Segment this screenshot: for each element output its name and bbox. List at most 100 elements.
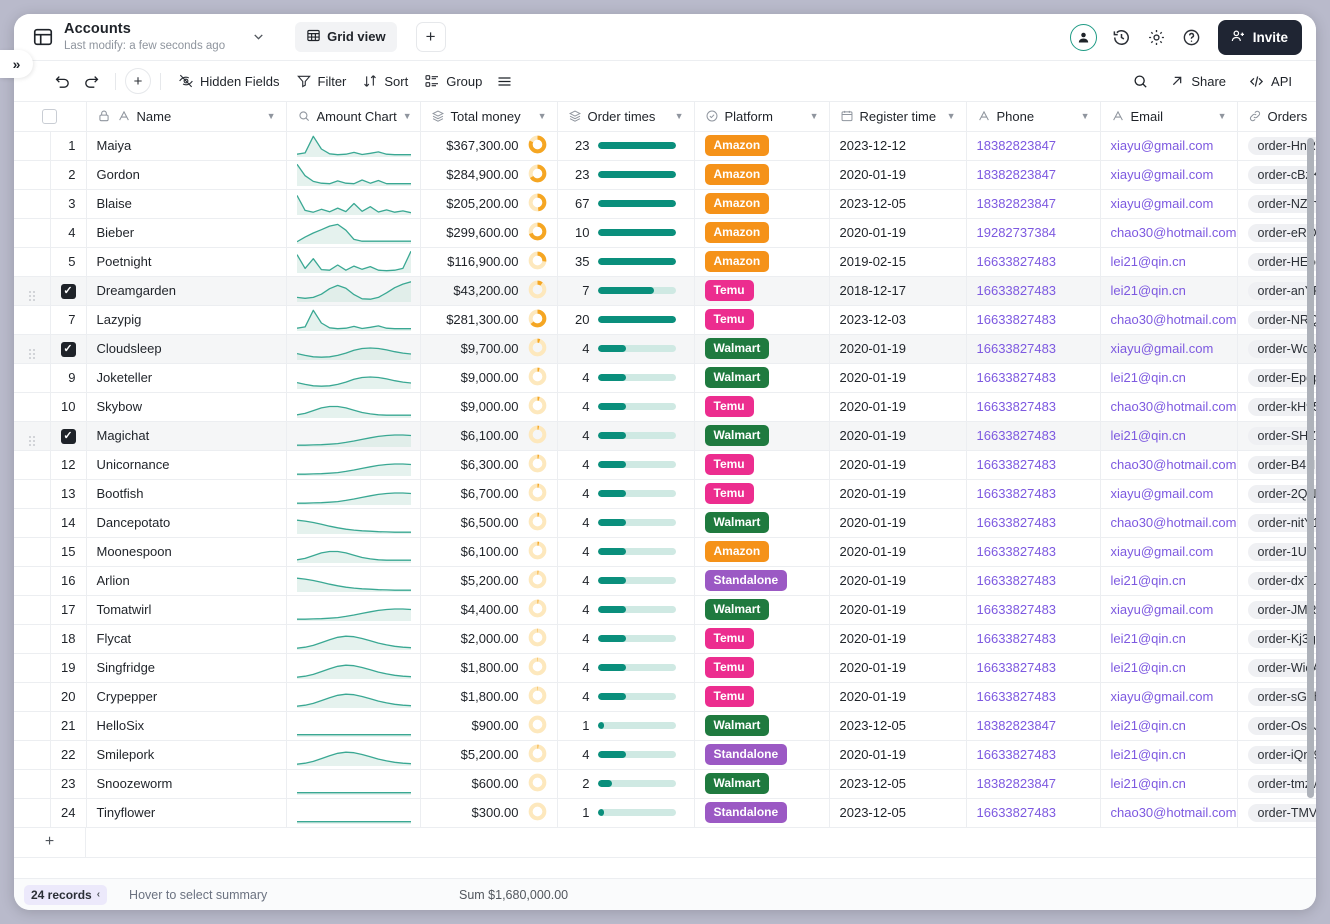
cell-order-times[interactable]: 23	[557, 160, 694, 189]
cell-phone[interactable]: 16633827483	[966, 595, 1100, 624]
phone-link[interactable]: 18382823847	[977, 776, 1057, 791]
cell-order-times[interactable]: 4	[557, 363, 694, 392]
cell-register-time[interactable]: 2020-01-19	[829, 392, 966, 421]
email-link[interactable]: chao30@hotmail.com	[1111, 312, 1237, 327]
cell-amount-chart[interactable]	[286, 508, 420, 537]
cell-order-times[interactable]: 7	[557, 276, 694, 305]
cell-email[interactable]: chao30@hotmail.com	[1100, 798, 1237, 827]
cell-order-times[interactable]: 4	[557, 508, 694, 537]
email-link[interactable]: chao30@hotmail.com	[1111, 399, 1237, 414]
email-link[interactable]: lei21@qin.cn	[1111, 254, 1186, 269]
chevron-down-icon[interactable]: ▼	[1218, 111, 1227, 121]
cell-platform[interactable]: Standalone	[694, 740, 829, 769]
share-button[interactable]: Share	[1161, 68, 1234, 94]
cell-orders[interactable]: order-B4NE	[1237, 450, 1316, 479]
cell-amount-chart[interactable]	[286, 305, 420, 334]
cell-platform[interactable]: Walmart	[694, 421, 829, 450]
chevron-down-icon[interactable]: ▼	[403, 111, 412, 121]
vertical-scrollbar[interactable]	[1307, 138, 1314, 798]
cell-order-times[interactable]: 4	[557, 595, 694, 624]
cell-email[interactable]: xiayu@gmail.com	[1100, 334, 1237, 363]
cell-phone[interactable]: 16633827483	[966, 305, 1100, 334]
cell-phone[interactable]: 16633827483	[966, 247, 1100, 276]
table-row[interactable]: 23Snoozeworm$600.002Walmart2023-12-05183…	[14, 769, 1316, 798]
cell-orders[interactable]: order-JMRN	[1237, 595, 1316, 624]
gear-icon[interactable]	[1146, 27, 1167, 48]
order-chip[interactable]: order-dxTu4	[1248, 572, 1317, 590]
cell-total-money[interactable]: $281,300.00	[420, 305, 557, 334]
cell-phone[interactable]: 16633827483	[966, 537, 1100, 566]
cell-total-money[interactable]: $9,700.00	[420, 334, 557, 363]
email-link[interactable]: xiayu@gmail.com	[1111, 196, 1214, 211]
cell-register-time[interactable]: 2020-01-19	[829, 537, 966, 566]
cell-name[interactable]: Moonespoon	[86, 537, 286, 566]
row-drag-handle[interactable]	[14, 421, 50, 450]
cell-email[interactable]: xiayu@gmail.com	[1100, 479, 1237, 508]
email-link[interactable]: lei21@qin.cn	[1111, 718, 1186, 733]
email-link[interactable]: xiayu@gmail.com	[1111, 544, 1214, 559]
cell-phone[interactable]: 16633827483	[966, 508, 1100, 537]
row-checkbox[interactable]	[61, 342, 76, 357]
cell-phone[interactable]: 16633827483	[966, 392, 1100, 421]
row-number-cell[interactable]: 5	[50, 247, 86, 276]
cell-orders[interactable]: order-SHZRt	[1237, 421, 1316, 450]
cell-name[interactable]: Magichat	[86, 421, 286, 450]
question-icon[interactable]	[1181, 27, 1202, 48]
cell-email[interactable]: lei21@qin.cn	[1100, 624, 1237, 653]
email-link[interactable]: lei21@qin.cn	[1111, 660, 1186, 675]
cell-register-time[interactable]: 2020-01-19	[829, 450, 966, 479]
phone-link[interactable]: 16633827483	[977, 689, 1057, 704]
cell-platform[interactable]: Amazon	[694, 247, 829, 276]
cell-order-times[interactable]: 4	[557, 682, 694, 711]
table-row[interactable]: 14Dancepotato$6,500.004Walmart2020-01-19…	[14, 508, 1316, 537]
cell-amount-chart[interactable]	[286, 450, 420, 479]
row-number-cell[interactable]: 20	[50, 682, 86, 711]
table-row[interactable]: 12Unicornance$6,300.004Temu2020-01-19166…	[14, 450, 1316, 479]
table-dropdown-button[interactable]	[247, 26, 269, 48]
table-row[interactable]: 4Bieber$299,600.0010Amazon2020-01-191928…	[14, 218, 1316, 247]
cell-name[interactable]: Gordon	[86, 160, 286, 189]
order-chip[interactable]: order-cBzKz	[1248, 166, 1317, 184]
cell-orders[interactable]: order-NRQ6	[1237, 305, 1316, 334]
record-count-badge[interactable]: 24 records ‹	[24, 885, 107, 905]
cell-orders[interactable]: order-NZmW	[1237, 189, 1316, 218]
cell-orders[interactable]: order-1U4YV	[1237, 537, 1316, 566]
cell-platform[interactable]: Temu	[694, 479, 829, 508]
order-chip[interactable]: order-B4NE	[1248, 456, 1317, 474]
cell-phone[interactable]: 16633827483	[966, 276, 1100, 305]
cell-total-money[interactable]: $5,200.00	[420, 740, 557, 769]
column-header-register-time[interactable]: Register time ▼	[829, 102, 966, 131]
phone-link[interactable]: 16633827483	[977, 399, 1057, 414]
cell-orders[interactable]: order-kH959	[1237, 392, 1316, 421]
cell-phone[interactable]: 16633827483	[966, 624, 1100, 653]
cell-total-money[interactable]: $600.00	[420, 769, 557, 798]
chevron-down-icon[interactable]: ▼	[1081, 111, 1090, 121]
api-button[interactable]: API	[1240, 68, 1300, 95]
email-link[interactable]: xiayu@gmail.com	[1111, 167, 1214, 182]
cell-amount-chart[interactable]	[286, 798, 420, 827]
order-chip[interactable]: order-WieAj2	[1248, 659, 1317, 677]
cell-register-time[interactable]: 2020-01-19	[829, 218, 966, 247]
email-link[interactable]: xiayu@gmail.com	[1111, 602, 1214, 617]
order-chip[interactable]: order-sG4h9	[1248, 688, 1317, 706]
cell-name[interactable]: Cloudsleep	[86, 334, 286, 363]
cell-email[interactable]: lei21@qin.cn	[1100, 711, 1237, 740]
email-link[interactable]: lei21@qin.cn	[1111, 747, 1186, 762]
filter-button[interactable]: Filter	[288, 68, 355, 94]
redo-button[interactable]	[77, 68, 106, 95]
phone-link[interactable]: 16633827483	[977, 660, 1057, 675]
avatar[interactable]	[1070, 24, 1097, 51]
chevron-down-icon[interactable]: ▼	[810, 111, 819, 121]
phone-link[interactable]: 16633827483	[977, 457, 1057, 472]
email-link[interactable]: chao30@hotmail.com	[1111, 457, 1237, 472]
phone-link[interactable]: 18382823847	[977, 718, 1057, 733]
select-all-header[interactable]	[14, 102, 86, 131]
cell-platform[interactable]: Amazon	[694, 189, 829, 218]
row-number-cell[interactable]: 9	[50, 363, 86, 392]
cell-total-money[interactable]: $900.00	[420, 711, 557, 740]
cell-phone[interactable]: 16633827483	[966, 450, 1100, 479]
cell-name[interactable]: Dreamgarden	[86, 276, 286, 305]
order-chip[interactable]: order-kH959	[1248, 398, 1317, 416]
cell-amount-chart[interactable]	[286, 247, 420, 276]
cell-phone[interactable]: 16633827483	[966, 682, 1100, 711]
